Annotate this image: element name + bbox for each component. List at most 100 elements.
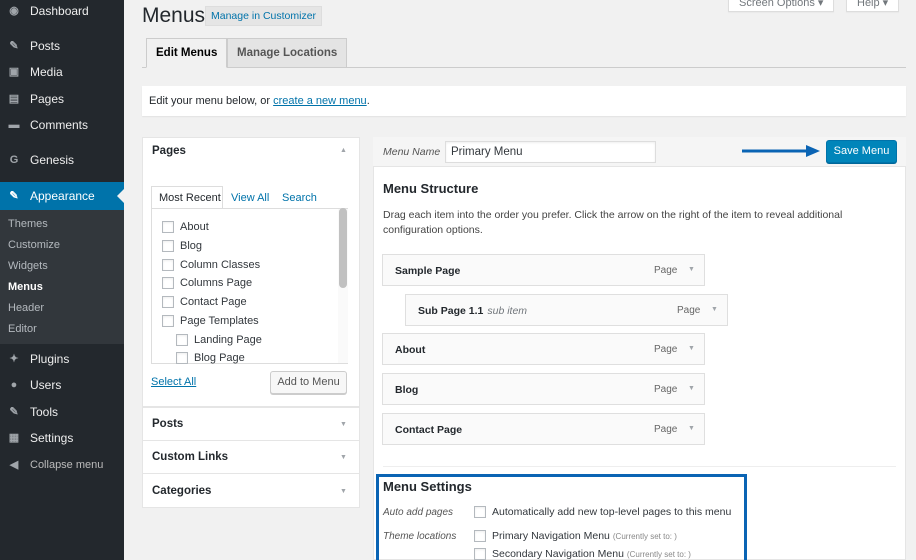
page-checkbox-row[interactable]: Column Classes: [162, 259, 260, 271]
checkbox[interactable]: [162, 315, 174, 327]
expand-arrow-icon[interactable]: ▼: [688, 266, 695, 273]
appearance-submenu: Themes Customize Widgets Menus Header Ed…: [0, 210, 124, 344]
menu-item-row[interactable]: Contact Page Page ▼: [382, 413, 705, 445]
page-label: Column Classes: [180, 259, 261, 271]
submenu-item-widgets[interactable]: Widgets: [8, 260, 48, 272]
page-label: Contact Page: [180, 296, 247, 308]
page-label: About: [180, 221, 209, 233]
screen-options-button[interactable]: Screen Options ▾: [728, 0, 835, 12]
menu-item-row[interactable]: Sample Page Page ▼: [382, 254, 705, 286]
page-checkbox-row[interactable]: Blog Page: [176, 352, 245, 364]
menu-name-label: Menu Name: [383, 146, 441, 158]
menu-item-title: Sample Page: [395, 265, 461, 277]
checkbox[interactable]: [474, 548, 486, 560]
select-all-link[interactable]: Select All: [151, 376, 196, 388]
expand-arrow-icon[interactable]: ▼: [688, 385, 695, 392]
page-checkbox-row[interactable]: Contact Page: [162, 296, 247, 308]
sidebar-item-label: Media: [30, 65, 63, 79]
categories-section-title[interactable]: Categories: [152, 485, 211, 497]
page-checkbox-row[interactable]: Blog: [162, 240, 202, 252]
checkbox[interactable]: [176, 352, 188, 364]
menu-item-type: Page: [654, 344, 678, 355]
sidebar-item-appearance[interactable]: ✎ Appearance: [0, 182, 124, 210]
checkbox[interactable]: [162, 221, 174, 233]
sidebar-item-label: Settings: [30, 431, 74, 445]
sidebar-item-label: Genesis: [30, 153, 75, 167]
tab-manage-locations[interactable]: Manage Locations: [227, 38, 348, 68]
checklist-scrollbar[interactable]: [339, 208, 347, 288]
expand-arrow-icon[interactable]: ▼: [711, 306, 718, 313]
save-menu-button[interactable]: Save Menu: [826, 140, 897, 163]
custom-links-section-title[interactable]: Custom Links: [152, 451, 228, 463]
genesis-icon: G: [9, 153, 19, 166]
help-button[interactable]: Help ▾: [846, 0, 900, 12]
menu-item-type: Page: [654, 384, 678, 395]
inner-tab-view-all[interactable]: View All: [231, 192, 269, 204]
sidebar-item-posts[interactable]: ✎ Posts: [0, 33, 124, 59]
submenu-item-themes[interactable]: Themes: [8, 218, 48, 230]
location-note: (Currently set to: ): [626, 549, 691, 559]
create-new-menu-link[interactable]: create a new menu: [273, 95, 367, 107]
submenu-item-menus[interactable]: Menus: [8, 281, 43, 293]
location-name: Secondary Navigation Menu: [492, 548, 624, 560]
menu-item-type: Page: [654, 265, 678, 276]
manage-in-customizer-button[interactable]: Manage in Customizer: [205, 6, 323, 26]
page-checkbox-row[interactable]: About: [162, 221, 209, 233]
auto-add-pages-option[interactable]: Automatically add new top-level pages to…: [474, 506, 731, 518]
sidebar-item-plugins[interactable]: ✦ Plugins: [0, 346, 124, 372]
inner-tab-most-recent[interactable]: Most Recent: [159, 192, 221, 204]
submenu-item-editor[interactable]: Editor: [8, 323, 37, 335]
menu-item-row[interactable]: About Page ▼: [382, 333, 705, 365]
menu-settings-title: Menu Settings: [383, 479, 472, 494]
page-label: Blog: [180, 240, 203, 252]
menu-item-row[interactable]: Sub Page 1.1 sub item Page ▼: [405, 294, 728, 326]
auto-add-pages-text: Automatically add new top-level pages to…: [492, 506, 732, 518]
sidebar-item-settings[interactable]: ▦ Settings: [0, 425, 124, 451]
checkbox[interactable]: [162, 277, 174, 289]
submenu-item-header[interactable]: Header: [8, 302, 44, 314]
sidebar-item-users[interactable]: ● Users: [0, 372, 124, 398]
menu-item-row[interactable]: Blog Page ▼: [382, 373, 705, 405]
checkbox[interactable]: [162, 240, 174, 252]
menu-item-type: Page: [677, 305, 701, 316]
posts-section-title[interactable]: Posts: [152, 418, 183, 430]
checkbox[interactable]: [162, 296, 174, 308]
menu-item-title-text: Sub Page 1.1: [418, 305, 484, 317]
admin-sidebar: ◉ Dashboard ✎ Posts ▣ Media ▤ Pages ▬ Comment…: [0, 0, 124, 560]
media-icon: ▣: [8, 65, 20, 78]
menu-item-title: About: [395, 344, 426, 356]
checkbox[interactable]: [176, 334, 188, 346]
sidebar-item-media[interactable]: ▣ Media: [0, 59, 124, 85]
tab-edit-menus[interactable]: Edit Menus: [146, 38, 228, 68]
sidebar-item-label: Dashboard: [30, 4, 89, 18]
menu-name-input[interactable]: Primary Menu: [445, 141, 656, 163]
page-checkbox-row[interactable]: Page Templates: [162, 315, 259, 327]
sidebar-item-label: Appearance: [30, 189, 95, 203]
page-title: Menus: [142, 4, 206, 27]
collapse-menu-button[interactable]: ◀ Collapse menu: [0, 452, 124, 478]
collapse-icon: ◀: [9, 458, 19, 471]
sidebar-item-comments[interactable]: ▬ Comments: [0, 112, 124, 138]
primary-navigation-option[interactable]: Primary Navigation Menu (Currently set to…: [474, 530, 677, 542]
sidebar-item-tools[interactable]: ✎ Tools: [0, 399, 124, 425]
add-to-menu-button[interactable]: Add to Menu: [270, 371, 347, 394]
checkbox[interactable]: [474, 506, 486, 518]
page-checkbox-row[interactable]: Columns Page: [162, 277, 252, 289]
sidebar-item-dashboard[interactable]: ◉ Dashboard: [0, 0, 124, 24]
location-name: Primary Navigation Menu: [492, 530, 610, 542]
menu-item-title: Blog: [395, 384, 419, 396]
page-label: Landing Page: [194, 334, 262, 346]
checkbox[interactable]: [162, 259, 174, 271]
submenu-item-customize[interactable]: Customize: [8, 239, 60, 251]
sidebar-item-label: Pages: [30, 92, 65, 106]
sidebar-item-pages[interactable]: ▤ Pages: [0, 86, 124, 112]
secondary-navigation-option[interactable]: Secondary Navigation Menu (Currently set …: [474, 548, 691, 560]
inner-tab-search[interactable]: Search: [282, 192, 317, 204]
expand-arrow-icon[interactable]: ▼: [688, 345, 695, 352]
sidebar-item-genesis[interactable]: G Genesis: [0, 147, 124, 173]
pages-section-title[interactable]: Pages: [152, 145, 186, 157]
page-checkbox-row[interactable]: Landing Page: [176, 334, 262, 346]
expand-arrow-icon[interactable]: ▼: [688, 425, 695, 432]
checkbox[interactable]: [474, 530, 486, 542]
comments-icon: ▬: [8, 118, 20, 131]
